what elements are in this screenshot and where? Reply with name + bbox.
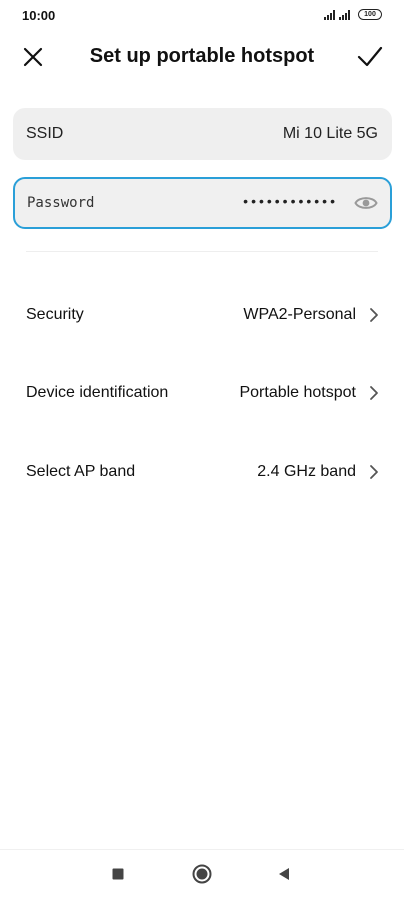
password-value: ••••••••••••	[243, 193, 338, 209]
page-title: Set up portable hotspot	[89, 45, 315, 67]
battery-icon: 100	[358, 9, 382, 20]
signal-icon	[324, 9, 335, 20]
security-row[interactable]: Security WPA2-Personal	[0, 290, 404, 340]
signal-icon	[339, 9, 350, 20]
close-button[interactable]	[20, 44, 46, 70]
navigation-bar	[0, 849, 404, 897]
device-identification-value: Portable hotspot	[239, 384, 356, 401]
security-value: WPA2-Personal	[243, 306, 356, 323]
check-icon	[357, 46, 383, 67]
chevron-right-icon	[370, 386, 378, 400]
header: Set up portable hotspot	[0, 36, 404, 78]
chevron-right-icon	[370, 308, 378, 322]
ap-band-label: Select AP band	[26, 463, 136, 480]
back-icon	[279, 868, 289, 880]
recents-button[interactable]	[106, 862, 130, 886]
battery-level: 100	[364, 11, 376, 18]
ap-band-value: 2.4 GHz band	[257, 463, 356, 480]
ap-band-row[interactable]: Select AP band 2.4 GHz band	[0, 447, 404, 497]
divider	[26, 251, 378, 252]
eye-icon	[354, 197, 378, 209]
password-label: Password	[27, 195, 95, 211]
home-button[interactable]	[190, 862, 214, 886]
security-label: Security	[26, 306, 84, 323]
ssid-value: Mi 10 Lite 5G	[282, 125, 378, 142]
ssid-field[interactable]: SSID Mi 10 Lite 5G	[13, 108, 392, 160]
status-bar: 10:00 100	[0, 0, 404, 32]
close-icon	[23, 47, 43, 67]
ssid-label: SSID	[26, 125, 64, 142]
home-icon	[192, 864, 212, 884]
back-button[interactable]	[272, 862, 296, 886]
confirm-button[interactable]	[356, 44, 384, 70]
chevron-right-icon	[370, 465, 378, 479]
recents-icon	[112, 868, 124, 880]
password-visibility-toggle[interactable]	[354, 193, 378, 213]
password-field[interactable]: Password ••••••••••••	[13, 177, 392, 229]
status-icons: 100	[324, 9, 382, 20]
device-identification-label: Device identification	[26, 384, 169, 401]
status-time: 10:00	[22, 8, 56, 23]
device-identification-row[interactable]: Device identification Portable hotspot	[0, 368, 404, 418]
